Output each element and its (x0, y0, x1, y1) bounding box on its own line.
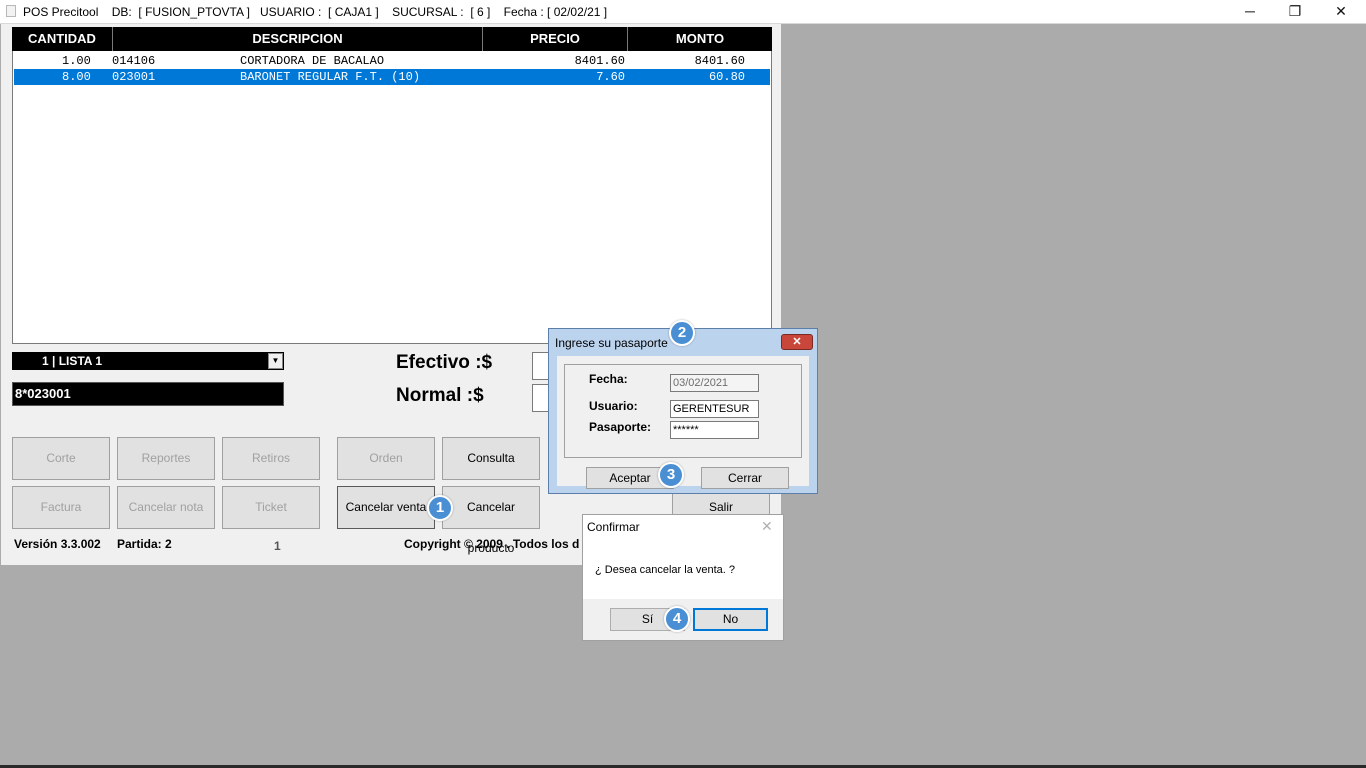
partida-label: Partida: 2 (117, 537, 172, 551)
cancelar-nota-button[interactable]: Cancelar nota (117, 486, 215, 529)
normal-label: Normal :$ (396, 385, 484, 406)
cell-monto: 8401.60 (694, 54, 745, 68)
pasaporte-field[interactable]: ****** (670, 421, 759, 439)
minimize-button[interactable]: ─ (1227, 0, 1273, 23)
restore-button[interactable]: ❐ (1272, 0, 1318, 23)
factura-button[interactable]: Factura (12, 486, 110, 529)
orden-button[interactable]: Orden (337, 437, 435, 480)
step-badge-4: 4 (664, 606, 690, 632)
sale-grid-header: CANTIDAD DESCRIPCION PRECIO MONTO (12, 27, 772, 51)
corte-button[interactable]: Corte (12, 437, 110, 480)
page-number: 1 (274, 539, 281, 553)
cell-precio: 7.60 (596, 70, 625, 84)
confirm-dialog-title: Confirmar (587, 520, 640, 534)
pasaporte-label: Pasaporte: (589, 420, 652, 434)
cell-cantidad: 8.00 (62, 70, 91, 84)
fecha-field: 03/02/2021 (670, 374, 759, 392)
copyright-label: Copyright © 2009 . Todos los d (404, 537, 580, 551)
efectivo-label: Efectivo :$ (396, 352, 493, 373)
version-label: Versión 3.3.002 (14, 537, 101, 551)
table-row[interactable]: 1.00 014106 CORTADORA DE BACALAO 8401.60… (14, 53, 770, 69)
cell-descripcion: CORTADORA DE BACALAO (240, 54, 385, 68)
column-header-descripcion[interactable]: DESCRIPCION (113, 27, 483, 51)
passport-dialog-title: Ingrese su pasaporte (555, 336, 668, 350)
confirm-message: ¿ Desea cancelar la venta. ? (595, 564, 736, 576)
cell-codigo: 023001 (112, 70, 156, 84)
window-title: POS Precitool DB: [ FUSION_PTOVTA ] USUA… (23, 5, 608, 19)
cerrar-button[interactable]: Cerrar (701, 467, 789, 489)
chevron-down-icon[interactable]: ▼ (268, 353, 283, 369)
app-icon (6, 5, 16, 17)
price-list-value: 1 | LISTA 1 (42, 354, 103, 368)
cell-monto: 60.80 (708, 70, 745, 84)
retiros-button[interactable]: Retiros (222, 437, 320, 480)
fecha-label: Fecha: (589, 372, 628, 386)
passport-dialog-body: Fecha: 03/02/2021 Usuario: GERENTESUR Pa… (557, 356, 809, 489)
cell-codigo: 014106 (112, 54, 156, 68)
step-badge-1: 1 (427, 495, 453, 521)
table-row-selected[interactable]: 8.00 023001 BARONET REGULAR F.T. (10) 7.… (14, 69, 770, 85)
close-icon[interactable]: ✕ (781, 334, 813, 350)
cancelar-producto-button[interactable]: Cancelar producto (442, 486, 540, 555)
cell-descripcion: BARONET REGULAR F.T. (10) (240, 70, 421, 84)
passport-groupbox: Fecha: 03/02/2021 Usuario: GERENTESUR Pa… (564, 364, 802, 458)
close-icon[interactable]: ✕ (761, 518, 773, 535)
column-header-precio[interactable]: PRECIO (483, 27, 628, 51)
price-list-select[interactable]: 1 | LISTA 1 ▼ (12, 352, 284, 370)
cancelar-venta-button[interactable]: Cancelar venta (337, 486, 435, 529)
sale-grid[interactable]: 1.00 014106 CORTADORA DE BACALAO 8401.60… (12, 51, 772, 344)
step-badge-3: 3 (658, 462, 684, 488)
column-header-cantidad[interactable]: CANTIDAD (12, 27, 113, 51)
cell-cantidad: 1.00 (62, 54, 91, 68)
column-header-monto[interactable]: MONTO (628, 27, 772, 51)
close-button[interactable]: ✕ (1318, 0, 1364, 23)
barcode-input[interactable]: 8*023001 (12, 382, 284, 406)
window-titlebar: POS Precitool DB: [ FUSION_PTOVTA ] USUA… (0, 0, 1366, 24)
consulta-button[interactable]: Consulta (442, 437, 540, 480)
reportes-button[interactable]: Reportes (117, 437, 215, 480)
cell-precio: 8401.60 (574, 54, 625, 68)
ticket-button[interactable]: Ticket (222, 486, 320, 529)
step-badge-2: 2 (669, 320, 695, 346)
usuario-field[interactable]: GERENTESUR (670, 400, 759, 418)
usuario-label: Usuario: (589, 399, 638, 413)
no-button[interactable]: No (693, 608, 768, 631)
